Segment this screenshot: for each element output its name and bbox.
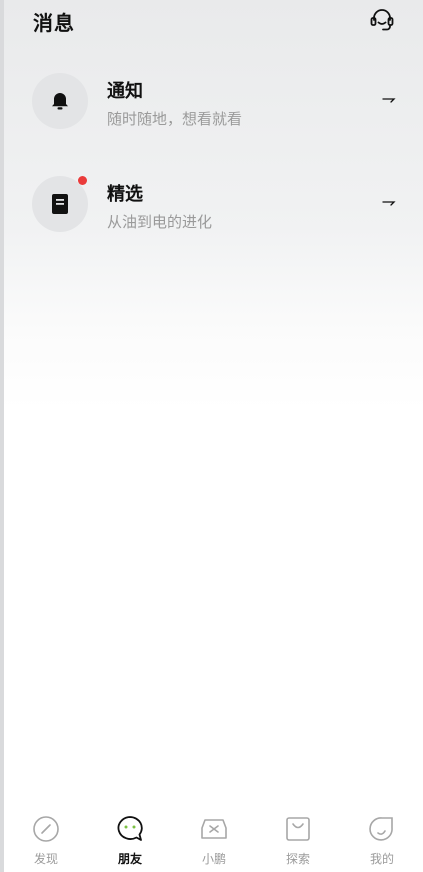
tab-mine[interactable]: 我的 — [352, 806, 412, 872]
message-row-featured[interactable]: 精选 从油到电的进化 — [0, 167, 423, 243]
headset-icon[interactable] — [369, 7, 395, 33]
compass-icon — [33, 816, 59, 842]
unread-dot — [78, 176, 87, 185]
message-row-notification[interactable]: 通知 随时随地，想看就看 — [0, 64, 423, 140]
profile-icon — [369, 817, 393, 841]
tab-label: 小鹏 — [201, 852, 226, 866]
message-title: 通知 — [107, 81, 143, 102]
page-title: 消息 — [33, 11, 75, 35]
bottom-tab-bar: 发现 朋友 小鹏 探索 我的 — [0, 806, 423, 872]
arrow-right-icon — [382, 98, 396, 103]
tab-friends[interactable]: 朋友 — [100, 806, 160, 872]
document-icon — [52, 194, 68, 214]
tab-label: 探索 — [285, 852, 310, 866]
chat-bubble-icon — [117, 816, 143, 841]
tab-xpeng[interactable]: 小鹏 — [184, 806, 244, 872]
tab-discover[interactable]: 发现 — [16, 806, 76, 872]
header: 消息 — [0, 0, 423, 44]
tab-label: 朋友 — [117, 852, 142, 866]
notification-avatar — [32, 73, 88, 129]
tab-label: 我的 — [369, 852, 394, 866]
bell-icon — [52, 93, 68, 110]
shopping-bag-icon — [286, 817, 310, 841]
message-subtitle: 从油到电的进化 — [107, 213, 213, 231]
tab-label: 发现 — [33, 852, 58, 866]
arrow-right-icon — [382, 201, 396, 206]
message-title: 精选 — [107, 184, 143, 205]
tab-explore[interactable]: 探索 — [268, 806, 328, 872]
message-subtitle: 随时随地，想看就看 — [107, 110, 243, 128]
car-icon — [201, 819, 227, 839]
